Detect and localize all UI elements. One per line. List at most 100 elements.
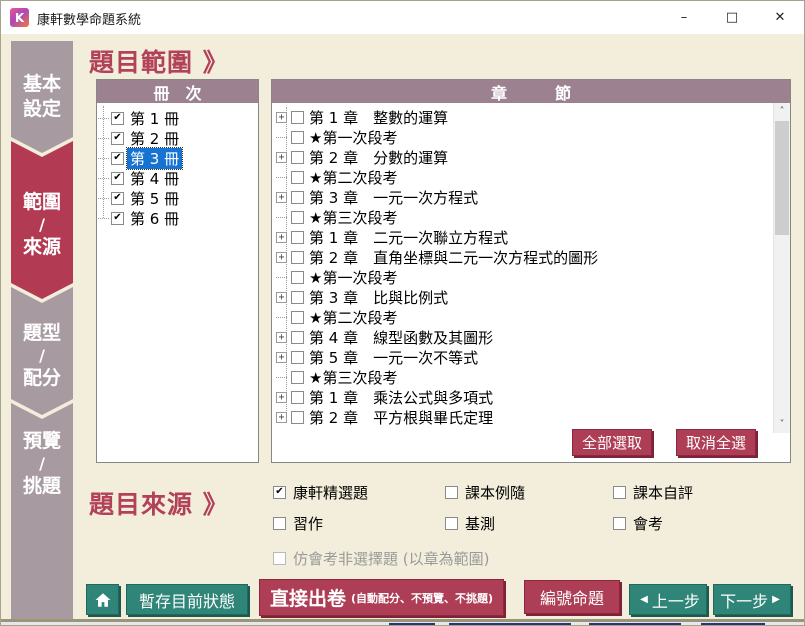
chapter-checkbox[interactable] bbox=[291, 231, 304, 244]
chapter-item[interactable]: + 第 1 章 二元一次聯立方程式 bbox=[272, 227, 773, 247]
chapter-label[interactable]: 第 2 章 平方根與畢氏定理 bbox=[309, 407, 493, 428]
source-checkbox[interactable] bbox=[273, 517, 286, 530]
chapter-item[interactable]: + 第 2 章 直角坐標與二元一次方程式的圖形 bbox=[272, 247, 773, 267]
volume-checkbox[interactable]: ✔ bbox=[111, 132, 124, 145]
chapter-label[interactable]: 第 5 章 一元一次不等式 bbox=[309, 347, 478, 368]
prev-step-button[interactable]: ◀ 上一步 bbox=[629, 584, 707, 615]
chapter-checkbox[interactable] bbox=[291, 411, 304, 424]
chapter-checkbox[interactable] bbox=[291, 211, 304, 224]
volume-checkbox[interactable]: ✔ bbox=[111, 212, 124, 225]
chapter-label[interactable]: ★第三次段考 bbox=[309, 207, 397, 228]
scroll-up-icon[interactable]: ˄ bbox=[774, 103, 790, 120]
chapter-label[interactable]: ★第一次段考 bbox=[309, 127, 397, 148]
source-checkbox[interactable] bbox=[613, 517, 626, 530]
expand-icon[interactable]: + bbox=[276, 352, 287, 363]
sidebar-tab-4[interactable]: 預覽/挑題 bbox=[11, 403, 73, 619]
chapter-label[interactable]: 第 3 章 比與比例式 bbox=[309, 287, 448, 308]
direct-export-button[interactable]: 直接出卷 (自動配分、不預覽、不挑題) bbox=[259, 579, 504, 616]
chapter-checkbox[interactable] bbox=[291, 331, 304, 344]
expand-icon[interactable]: + bbox=[276, 332, 287, 343]
chapter-label[interactable]: ★第二次段考 bbox=[309, 307, 397, 328]
chapter-checkbox[interactable] bbox=[291, 171, 304, 184]
expand-icon[interactable]: + bbox=[276, 392, 287, 403]
source-checkbox[interactable] bbox=[445, 517, 458, 530]
exam-item[interactable]: ★第二次段考 bbox=[272, 307, 773, 327]
chapter-item[interactable]: + 第 5 章 一元一次不等式 bbox=[272, 347, 773, 367]
next-step-button[interactable]: 下一步 ▶ bbox=[713, 584, 791, 615]
chapter-label[interactable]: 第 1 章 二元一次聯立方程式 bbox=[309, 227, 508, 248]
expand-icon[interactable]: + bbox=[276, 412, 287, 423]
volume-checkbox[interactable]: ✔ bbox=[111, 112, 124, 125]
expand-icon[interactable]: + bbox=[276, 232, 287, 243]
source-option[interactable]: 習作 bbox=[273, 514, 445, 532]
exam-item[interactable]: ★第二次段考 bbox=[272, 167, 773, 187]
chapter-checkbox[interactable] bbox=[291, 111, 304, 124]
chapter-checkbox[interactable] bbox=[291, 311, 304, 324]
maximize-button[interactable]: □ bbox=[708, 1, 756, 34]
chapter-label[interactable]: 第 4 章 線型函數及其圖形 bbox=[309, 327, 493, 348]
sidebar-tab-3[interactable]: 題型/配分 bbox=[11, 287, 73, 415]
source-checkbox[interactable]: ✔ bbox=[273, 486, 286, 499]
exam-item[interactable]: ★第一次段考 bbox=[272, 127, 773, 147]
volume-label[interactable]: 第 2 冊 bbox=[127, 128, 182, 149]
chapter-label[interactable]: 第 2 章 直角坐標與二元一次方程式的圖形 bbox=[309, 247, 598, 268]
numbered-question-button[interactable]: 編號命題 bbox=[524, 580, 620, 614]
expand-icon[interactable]: + bbox=[276, 112, 287, 123]
source-option[interactable]: ✔康軒精選題 bbox=[273, 483, 445, 501]
source-option[interactable]: 課本自評 bbox=[613, 483, 773, 501]
volume-checkbox[interactable]: ✔ bbox=[111, 152, 124, 165]
expand-icon[interactable]: + bbox=[276, 152, 287, 163]
chapter-label[interactable]: 第 1 章 乘法公式與多項式 bbox=[309, 387, 493, 408]
scroll-down-icon[interactable]: ˅ bbox=[774, 416, 790, 433]
sidebar-tab-1[interactable]: 基本設定 bbox=[11, 41, 73, 153]
source-option[interactable]: 會考 bbox=[613, 514, 773, 532]
chapter-checkbox[interactable] bbox=[291, 251, 304, 264]
volume-label[interactable]: 第 4 冊 bbox=[127, 168, 182, 189]
volume-label[interactable]: 第 5 冊 bbox=[127, 188, 182, 209]
exam-item[interactable]: ★第三次段考 bbox=[272, 207, 773, 227]
volume-label[interactable]: 第 1 冊 bbox=[127, 108, 182, 129]
expand-icon[interactable]: + bbox=[276, 192, 287, 203]
volume-checkbox[interactable]: ✔ bbox=[111, 172, 124, 185]
chapter-checkbox[interactable] bbox=[291, 351, 304, 364]
tree-scrollbar[interactable]: ˄ ˅ bbox=[773, 103, 790, 433]
exam-item[interactable]: ★第三次段考 bbox=[272, 367, 773, 387]
volume-label[interactable]: 第 6 冊 bbox=[127, 208, 182, 229]
chapter-label[interactable]: 第 3 章 一元一次方程式 bbox=[309, 187, 478, 208]
chapter-checkbox[interactable] bbox=[291, 151, 304, 164]
chapter-item[interactable]: + 第 4 章 線型函數及其圖形 bbox=[272, 327, 773, 347]
chapter-item[interactable]: + 第 3 章 一元一次方程式 bbox=[272, 187, 773, 207]
chapter-checkbox[interactable] bbox=[291, 271, 304, 284]
save-state-button[interactable]: 暫存目前狀態 bbox=[126, 584, 248, 615]
chapter-checkbox[interactable] bbox=[291, 371, 304, 384]
chapter-label[interactable]: ★第三次段考 bbox=[309, 367, 397, 388]
exam-item[interactable]: ★第一次段考 bbox=[272, 267, 773, 287]
chapter-label[interactable]: ★第一次段考 bbox=[309, 267, 397, 288]
source-option[interactable]: 課本例隨 bbox=[445, 483, 613, 501]
chapter-item[interactable]: +第 1 章 整數的運算 bbox=[272, 107, 773, 127]
expand-icon[interactable]: + bbox=[276, 252, 287, 263]
volume-item[interactable]: ✔第 5 冊 bbox=[97, 188, 258, 208]
volume-checkbox[interactable]: ✔ bbox=[111, 192, 124, 205]
expand-icon[interactable]: + bbox=[276, 292, 287, 303]
source-option[interactable]: 基測 bbox=[445, 514, 613, 532]
chapter-item[interactable]: + 第 2 章 分數的運算 bbox=[272, 147, 773, 167]
volume-item[interactable]: ✔第 1 冊 bbox=[97, 108, 258, 128]
chapter-label[interactable]: 第 2 章 分數的運算 bbox=[309, 147, 448, 168]
chapter-item[interactable]: + 第 2 章 平方根與畢氏定理 bbox=[272, 407, 773, 427]
home-button[interactable] bbox=[86, 584, 119, 615]
close-button[interactable]: ✕ bbox=[756, 1, 804, 34]
chapter-checkbox[interactable] bbox=[291, 391, 304, 404]
volume-item[interactable]: ✔第 6 冊 bbox=[97, 208, 258, 228]
minimize-button[interactable]: – bbox=[660, 1, 708, 34]
chapter-checkbox[interactable] bbox=[291, 191, 304, 204]
source-checkbox[interactable] bbox=[613, 486, 626, 499]
volume-label[interactable]: 第 3 冊 bbox=[127, 148, 182, 169]
deselect-all-button[interactable]: 取消全選 bbox=[676, 429, 756, 456]
chapter-item[interactable]: + 第 3 章 比與比例式 bbox=[272, 287, 773, 307]
volume-item[interactable]: ✔第 2 冊 bbox=[97, 128, 258, 148]
volume-item[interactable]: ✔第 3 冊 bbox=[97, 148, 258, 168]
scrollbar-thumb[interactable] bbox=[775, 121, 789, 235]
sidebar-tab-2[interactable]: 範圍/來源 bbox=[11, 141, 73, 299]
chapter-item[interactable]: + 第 1 章 乘法公式與多項式 bbox=[272, 387, 773, 407]
